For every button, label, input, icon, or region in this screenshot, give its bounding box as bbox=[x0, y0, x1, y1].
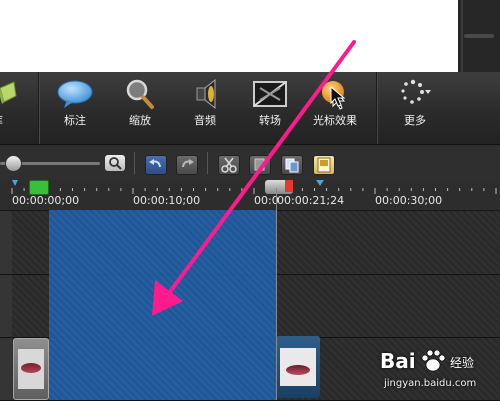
video-clip-right[interactable] bbox=[276, 336, 320, 398]
cut-button[interactable] bbox=[218, 155, 240, 175]
playhead-timecode: 00:00:21;24 bbox=[277, 194, 345, 207]
transitions-button[interactable]: 转场 bbox=[240, 72, 300, 144]
watermark-suffix: 经验 bbox=[450, 356, 475, 370]
library-button[interactable]: 库 bbox=[0, 72, 30, 144]
more-button[interactable]: 更多 bbox=[385, 72, 445, 144]
audio-button[interactable]: 音频 bbox=[175, 72, 235, 144]
clip-thumbnail bbox=[18, 349, 44, 389]
undo-icon bbox=[149, 159, 161, 168]
split-icon bbox=[317, 157, 331, 173]
paste-button[interactable] bbox=[281, 155, 303, 175]
zoom-label: 缩放 bbox=[129, 114, 151, 127]
redo-icon bbox=[182, 159, 194, 168]
toolbar-separator bbox=[38, 72, 39, 144]
transitions-label: 转场 bbox=[259, 114, 281, 127]
track-header-1[interactable] bbox=[0, 338, 12, 401]
zoom-slider-thumb[interactable] bbox=[5, 155, 22, 172]
panel-divider bbox=[461, 0, 463, 72]
controls-separator bbox=[134, 152, 135, 174]
split-button[interactable] bbox=[313, 155, 335, 175]
timecode-30: 00:00:30;00 bbox=[375, 194, 443, 207]
watermark-brand: Bai bbox=[380, 349, 416, 373]
tools-toolbar: 库 标注 缩放 音频 bbox=[0, 72, 500, 145]
library-icon bbox=[0, 76, 30, 112]
timeline-controls bbox=[0, 146, 500, 181]
zoom-fit-button[interactable] bbox=[105, 155, 125, 171]
preview-side-panel bbox=[458, 0, 500, 72]
paw-logo-icon bbox=[421, 349, 446, 372]
zoom-button[interactable]: 缩放 bbox=[110, 72, 170, 144]
transition-icon bbox=[240, 76, 300, 112]
eye-thumbnail-icon bbox=[286, 365, 310, 375]
cursor-effects-label: 光标效果 bbox=[313, 114, 357, 127]
volume-slider-track[interactable] bbox=[464, 34, 494, 38]
watermark-url: jingyan.baidu.com bbox=[384, 378, 477, 389]
undo-button[interactable] bbox=[145, 155, 167, 175]
audio-label: 音频 bbox=[194, 114, 216, 127]
scissors-icon bbox=[221, 157, 237, 173]
callout-button[interactable]: 标注 bbox=[45, 72, 105, 144]
timecode-10: 00:00:10;00 bbox=[133, 194, 201, 207]
more-label: 更多 bbox=[404, 114, 426, 127]
track-header-2[interactable] bbox=[0, 275, 12, 338]
copy-icon bbox=[254, 158, 265, 171]
playhead-line bbox=[276, 188, 277, 400]
preview-canvas[interactable] bbox=[0, 0, 458, 72]
timeline-selection[interactable] bbox=[49, 210, 276, 400]
library-label: 库 bbox=[0, 112, 36, 128]
zoom-icon bbox=[110, 76, 170, 112]
callout-label: 标注 bbox=[64, 114, 86, 127]
toolbar-separator bbox=[376, 72, 377, 144]
in-point-marker[interactable] bbox=[29, 180, 49, 195]
cursor-effects-button[interactable]: 光标效果 bbox=[305, 72, 365, 144]
timecode-0: 00:00:00;00 bbox=[12, 194, 80, 207]
more-icon bbox=[385, 76, 445, 112]
magnifier-icon bbox=[109, 157, 122, 170]
callout-icon bbox=[45, 76, 105, 112]
video-clip-left[interactable] bbox=[13, 338, 49, 400]
audio-icon bbox=[175, 76, 235, 112]
timeline-ruler[interactable]: 00:00:00;00 00:00:10;00 00:0 00:00:21;24… bbox=[0, 180, 500, 211]
clip-thumbnail bbox=[280, 348, 316, 386]
copy-button[interactable] bbox=[249, 155, 271, 175]
timecode-partial: 00:0 bbox=[254, 194, 279, 207]
redo-button[interactable] bbox=[176, 155, 198, 175]
mouse-cursor-icon bbox=[330, 86, 346, 107]
out-point-marker[interactable] bbox=[285, 180, 293, 192]
paste-icon bbox=[285, 158, 299, 173]
controls-separator bbox=[207, 152, 208, 174]
baidu-watermark: Bai 经验 jingyan.baidu.com bbox=[380, 345, 495, 395]
eye-thumbnail-icon bbox=[21, 363, 41, 373]
track-header-3[interactable] bbox=[0, 211, 12, 275]
